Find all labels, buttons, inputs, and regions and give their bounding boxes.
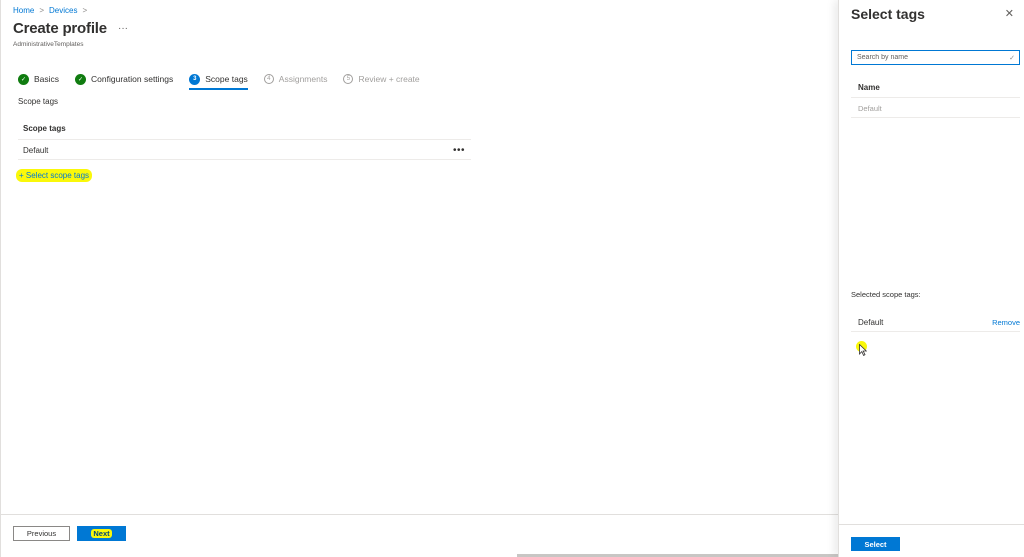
step-label: Assignments xyxy=(278,74,328,84)
step-review-create[interactable]: 5 Review + create xyxy=(343,72,420,86)
select-button[interactable]: Select xyxy=(851,537,900,551)
more-options-icon[interactable]: ••• xyxy=(453,145,465,156)
page-title: Create profile xyxy=(13,20,107,37)
check-icon: ✓ xyxy=(1009,54,1015,62)
next-button-label: Next xyxy=(91,529,112,538)
next-button[interactable]: Next xyxy=(77,526,126,541)
step-label: Configuration settings xyxy=(91,74,174,84)
step-label: Review + create xyxy=(358,74,420,84)
breadcrumb-devices[interactable]: Devices xyxy=(49,6,77,15)
panel-title: Select tags xyxy=(851,6,925,22)
check-circle-icon: ✓ xyxy=(75,73,87,85)
search-box[interactable]: ✓ xyxy=(851,50,1020,65)
table-header: Scope tags xyxy=(18,118,471,140)
step-number-icon: 4 xyxy=(263,74,274,84)
step-label: Basics xyxy=(34,74,60,84)
select-tags-panel: Select tags ✕ ✓ Name Default Selected sc… xyxy=(838,0,1024,557)
wizard-steps: ✓ Basics ✓ Configuration settings 3 Scop… xyxy=(18,72,436,90)
step-scope-tags[interactable]: 3 Scope tags xyxy=(189,72,248,90)
check-circle-icon: ✓ xyxy=(18,73,29,85)
mouse-pointer-icon xyxy=(859,344,867,356)
chevron-right-icon: > xyxy=(82,6,88,15)
footer-bar xyxy=(1,514,839,557)
breadcrumb-home[interactable]: Home xyxy=(13,6,34,15)
page-subtitle: AdministrativeTemplates xyxy=(13,41,84,48)
table-cell: Default xyxy=(23,145,49,155)
create-profile-blade: Home > Devices > Create profile ··· Admi… xyxy=(0,0,839,557)
close-icon[interactable]: ✕ xyxy=(1005,7,1014,20)
step-assignments[interactable]: 4 Assignments xyxy=(263,72,328,86)
step-label: Scope tags xyxy=(205,74,248,84)
section-label: Scope tags xyxy=(18,97,59,106)
result-row-default[interactable]: Default xyxy=(851,99,1020,118)
previous-button[interactable]: Previous xyxy=(13,526,70,541)
breadcrumb: Home > Devices > xyxy=(13,6,87,15)
active-step-underline xyxy=(189,88,248,90)
step-number-icon: 5 xyxy=(343,74,354,84)
step-number-icon: 3 xyxy=(189,73,201,85)
step-configuration-settings[interactable]: ✓ Configuration settings xyxy=(75,72,173,86)
selected-tag-name: Default xyxy=(858,317,884,327)
table-row: Default ••• xyxy=(18,141,471,160)
search-input[interactable] xyxy=(857,54,997,61)
chevron-right-icon: > xyxy=(39,6,45,15)
name-column-header: Name xyxy=(851,78,1020,98)
remove-link[interactable]: Remove xyxy=(992,318,1020,327)
more-options-icon[interactable]: ··· xyxy=(118,23,128,34)
select-scope-tags-link[interactable]: + Select scope tags xyxy=(16,169,93,182)
step-basics[interactable]: ✓ Basics xyxy=(18,72,59,86)
selected-tag-row: Default Remove xyxy=(851,313,1020,332)
selected-tags-heading: Selected scope tags: xyxy=(851,290,921,299)
